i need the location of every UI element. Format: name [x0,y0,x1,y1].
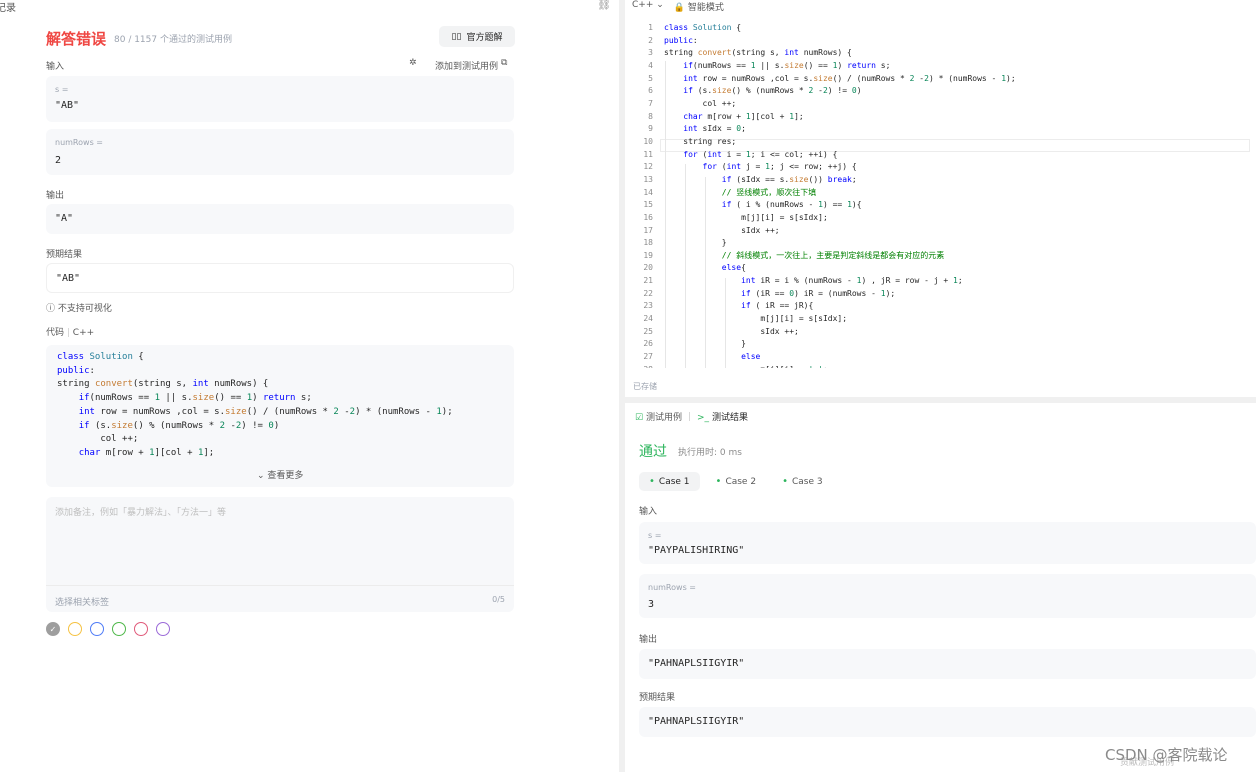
source-code[interactable]: class Solution { public: string convert(… [664,22,1016,368]
note-divider [46,585,514,586]
result-tabs: ☑ 测试用例 | >_ 测试结果 [635,410,748,424]
result-output-value: "PAHNAPLSIIGYIR" [648,658,745,669]
output-label: 输出 [46,191,65,201]
expected-label: 预期结果 [46,250,83,260]
tab-testcase[interactable]: ☑ 测试用例 [635,410,682,423]
line-numbers: 1 2 3 4 5 6 7 8 9 10 11 12 13 14 15 16 17 18 19 20 21 22 23 24 2… [643,23,653,368]
book-icon: ▯▯ [451,31,462,42]
language-select[interactable]: C++ ⌄ [632,0,664,13]
pass-dot-icon: • [782,476,788,487]
color-blue[interactable] [90,622,104,636]
color-pink[interactable] [134,622,148,636]
input-s-box: s = "AB" [46,76,514,122]
color-green[interactable] [112,622,126,636]
tab-result[interactable]: >_ 测试结果 [697,410,748,423]
editor-panel: C++ ⌄ 🔒 智能模式 1 2 3 4 5 6 7 8 9 10 11 12 13 14 15 16 17 18… [625,0,1256,772]
chevron-down-icon: ⌄ [257,471,265,481]
result-status: 通过 [639,444,667,460]
output-box: "A" [46,204,514,234]
expected-box: "AB" [46,263,514,293]
submitted-code: class Solution { public: string convert(… [46,345,514,487]
case-tab-1[interactable]: • Case 1 [639,472,700,491]
official-solution-button[interactable]: ▯▯ 官方题解 [439,26,515,47]
result-subtitle: 80 / 1157 个通过的测试用例 [114,35,232,45]
case-tab-3[interactable]: • Case 3 [772,472,833,491]
info-icon: ⓘ [46,304,56,314]
result-rows-key: numRows = [648,583,696,592]
see-more-label: 查看更多 [267,471,304,481]
result-s-value: "PAYPALISHIRING" [648,545,745,556]
checkbox-icon: ☑ [635,413,644,423]
result-s-key: s = [648,531,662,540]
code-lang: C++ [72,328,95,338]
add-to-testcase-link[interactable]: 添加到测试用例 [435,59,498,72]
color-gray[interactable]: ✓ [46,622,60,636]
watermark: CSDN @客院载论 [1105,746,1228,764]
result-expected-value: "PAHNAPLSIIGYIR" [648,716,745,727]
note-editor[interactable]: 添加备注，例如「暴力解法」、「方法一」等 选择相关标签 0/5 [46,497,514,612]
input-label: 输入 [46,62,65,72]
case-tabs: • Case 1 • Case 2 • Case 3 [639,472,833,491]
result-output-label: 输出 [639,635,658,645]
official-solution-label: 官方题解 [466,33,503,43]
output-value: "A" [55,213,74,224]
language-label: C++ [632,0,654,10]
input-s-value: "AB" [55,100,80,111]
pass-dot-icon: • [715,476,722,487]
input-rows-value: 2 [55,155,62,166]
editor-toolbar: C++ ⌄ 🔒 智能模式 [632,0,724,13]
note-input[interactable]: 添加备注，例如「暴力解法」、「方法一」等 [55,505,226,518]
case-tab-label: Case 3 [791,476,823,487]
pass-dot-icon: • [649,476,655,487]
color-purple[interactable] [156,622,170,636]
lock-icon: 🔒 [673,3,685,13]
tag-count: 0/5 [492,595,505,604]
case-tab-2[interactable]: • Case 2 [706,472,767,491]
result-output-box: "PAHNAPLSIIGYIR" [639,649,1256,679]
runtime: 执行用时: 0 ms [678,448,742,458]
result-s-box: s = "PAYPALISHIRING" [639,522,1256,564]
case-tab-label: Case 1 [658,476,690,487]
result-rows-box: numRows = 3 [639,574,1256,618]
color-picker: ✓ [46,622,170,636]
input-rows-key: numRows = [55,138,103,147]
input-rows-box: numRows = 2 [46,129,514,175]
terminal-icon: >_ [697,413,710,423]
link-icon[interactable]: ⛓ [597,0,611,11]
code-header: 代码 | C++ [46,328,95,338]
result-expected-box: "PAHNAPLSIIGYIR" [639,707,1256,737]
see-more-button[interactable]: ⌄ 查看更多 [257,468,303,481]
mode-label: 智能模式 [687,3,724,13]
copy-icon[interactable]: ⧉ [501,58,507,68]
submitted-code-lines: class Solution { public: string convert(… [57,352,453,458]
saved-status: 已存储 [633,382,657,391]
result-title: 解答错误 [46,30,107,48]
result-input-label: 输入 [639,507,658,517]
code-editor[interactable]: 1 2 3 4 5 6 7 8 9 10 11 12 13 14 15 16 17 18 19 20 21 22 23 24 2… [625,18,1256,368]
tab-result-label: 测试结果 [711,413,748,423]
result-expected-label: 预期结果 [639,693,676,703]
case-tab-label: Case 2 [725,476,757,487]
input-s-key: s = [55,85,69,94]
no-visual-text: 不支持可视化 [57,304,112,314]
tab-testcase-label: 测试用例 [645,413,682,423]
panel-header: 提交记录 ⛓ [0,0,619,14]
expected-value: "AB" [56,273,81,284]
result-rows-value: 3 [648,599,655,610]
debug-icon[interactable]: ✲ [409,58,417,68]
tag-select[interactable]: 选择相关标签 [55,595,109,608]
horizontal-divider[interactable] [625,397,1256,403]
panel-title: 提交记录 [0,3,16,14]
code-label: 代码 [46,328,65,338]
mode-toggle[interactable]: 🔒 智能模式 [674,0,724,13]
submission-panel: 提交记录 ⛓ 解答错误 80 / 1157 个通过的测试用例 ▯▯ 官方题解 输… [0,0,619,772]
no-visual-note: ⓘ 不支持可视化 [46,301,112,314]
color-yellow[interactable] [68,622,82,636]
